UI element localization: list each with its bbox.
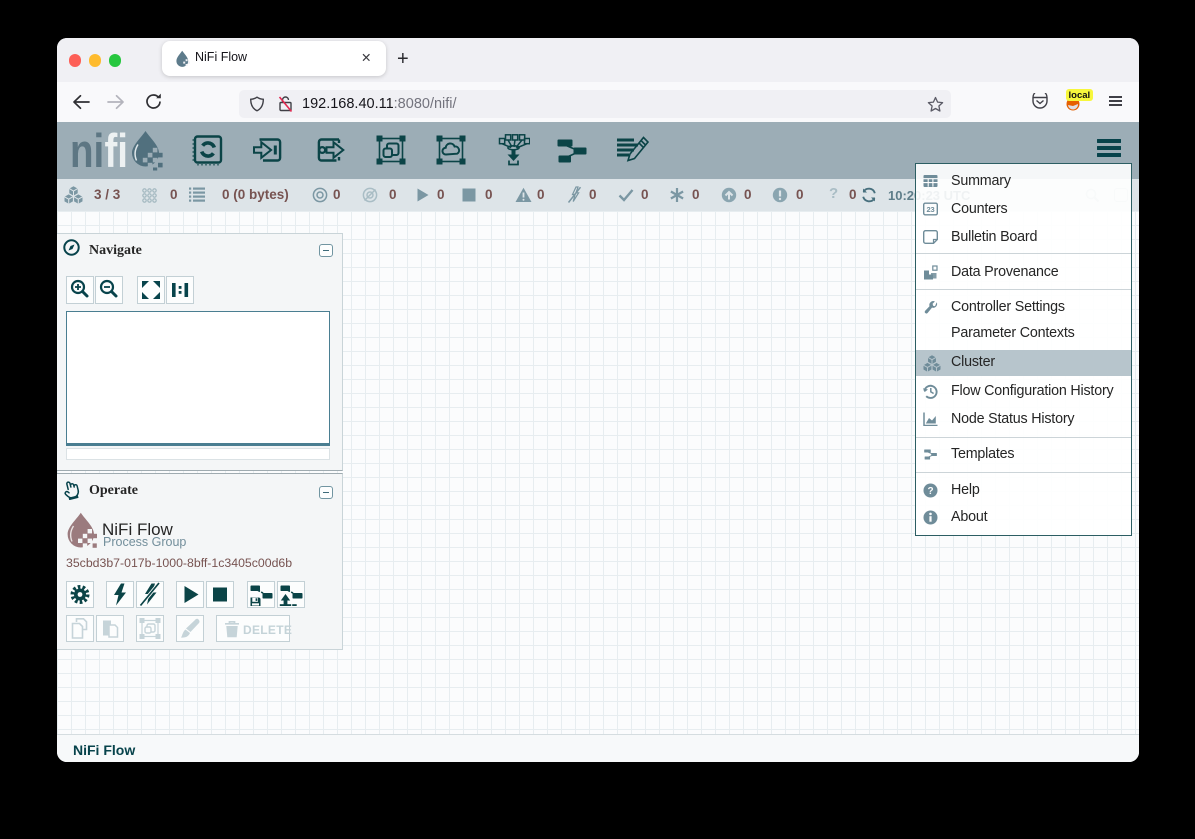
svg-text:?: ? [928,486,934,497]
svg-text:ni: ni [70,125,104,174]
svg-text:23: 23 [927,205,935,214]
svg-text:fi: fi [104,125,128,174]
